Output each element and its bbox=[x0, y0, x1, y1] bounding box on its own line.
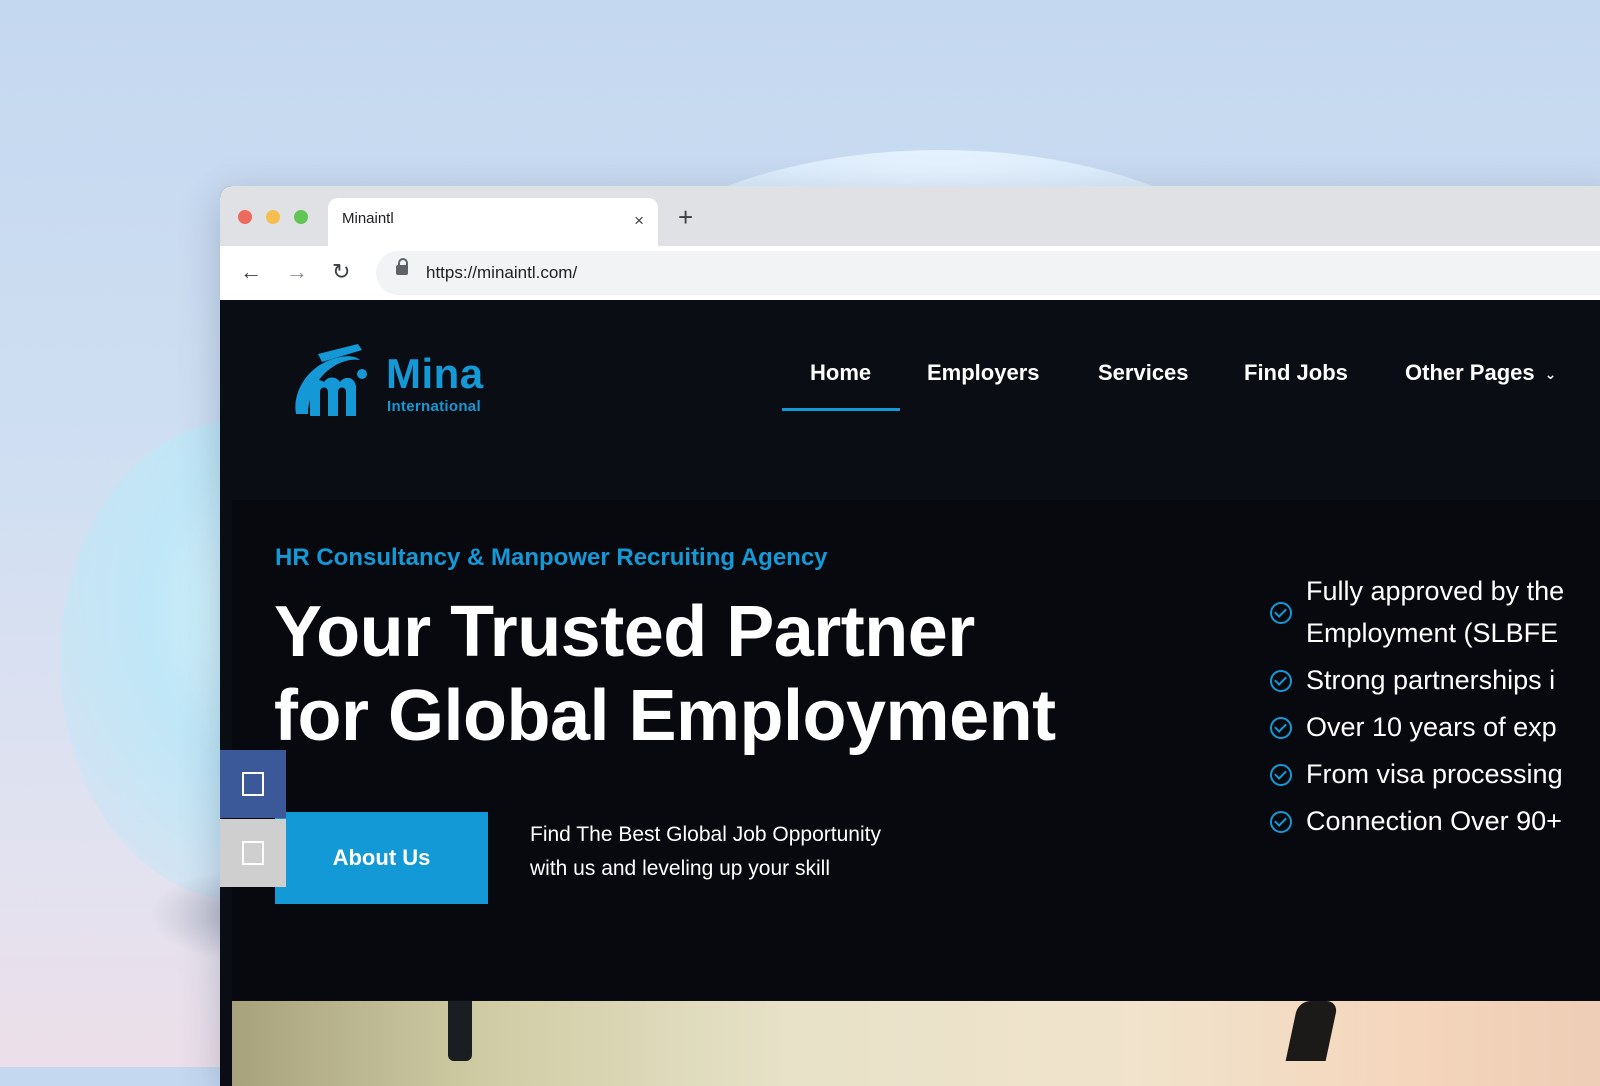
check-circle-icon bbox=[1270, 717, 1292, 739]
check-circle-icon bbox=[1270, 602, 1292, 624]
image-detail bbox=[448, 1001, 472, 1061]
check-circle-icon bbox=[1270, 764, 1292, 786]
feature-text: Fully approved by the Employment (SLBFE bbox=[1306, 570, 1564, 654]
hero-section: HR Consultancy & Manpower Recruiting Age… bbox=[232, 500, 1600, 1000]
minimize-window-button[interactable] bbox=[266, 210, 280, 224]
feature-text: Over 10 years of exp bbox=[1306, 712, 1557, 742]
nav-item-services[interactable]: Services bbox=[1098, 360, 1189, 386]
hero-description: Find The Best Global Job Opportunity wit… bbox=[530, 818, 881, 886]
check-circle-icon bbox=[1270, 811, 1292, 833]
logo-mark-icon bbox=[295, 344, 367, 416]
facebook-share-button[interactable] bbox=[220, 750, 286, 818]
facebook-icon bbox=[242, 772, 264, 796]
nav-item-other-pages-label: Other Pages bbox=[1405, 360, 1535, 385]
share-icon bbox=[242, 841, 264, 865]
browser-window: Minaintl × + ← → ↻ https://minaintl.com/… bbox=[220, 186, 1600, 1086]
logo-name: Mina bbox=[386, 350, 484, 397]
feature-text-line-2: Employment (SLBFE bbox=[1306, 618, 1559, 648]
hero-description-line-2: with us and leveling up your skill bbox=[530, 857, 830, 880]
hero-kicker: HR Consultancy & Manpower Recruiting Age… bbox=[275, 544, 828, 571]
feature-text: From visa processing bbox=[1306, 759, 1563, 789]
hero-headline: Your Trusted Partner for Global Employme… bbox=[274, 590, 1056, 758]
lock-icon bbox=[396, 258, 408, 275]
tab-bar: Minaintl × + bbox=[220, 186, 1600, 246]
back-icon[interactable]: ← bbox=[240, 260, 262, 284]
tab-close-icon[interactable]: × bbox=[634, 212, 644, 230]
url-text: https://minaintl.com/ bbox=[426, 263, 578, 282]
about-us-button[interactable]: About Us bbox=[275, 812, 488, 904]
tab-title: Minaintl bbox=[342, 210, 394, 227]
feature-text: Strong partnerships i bbox=[1306, 665, 1556, 695]
feature-text: Connection Over 90+ bbox=[1306, 806, 1562, 836]
image-detail bbox=[1285, 1001, 1339, 1061]
maximize-window-button[interactable] bbox=[294, 210, 308, 224]
nav-item-employers[interactable]: Employers bbox=[927, 360, 1040, 386]
reload-icon[interactable]: ↻ bbox=[332, 260, 350, 284]
nav-item-home[interactable]: Home bbox=[810, 360, 871, 386]
logo-subtitle: International bbox=[387, 398, 481, 415]
hero-banner-image bbox=[232, 1001, 1600, 1086]
forward-icon[interactable]: → bbox=[286, 260, 308, 284]
hero-headline-line-1: Your Trusted Partner bbox=[274, 592, 975, 672]
feature-text-line-1: Fully approved by the bbox=[1306, 576, 1565, 606]
address-bar[interactable]: https://minaintl.com/ bbox=[376, 251, 1600, 295]
share-button[interactable] bbox=[220, 819, 286, 887]
website: Mina International Home Employers Servic… bbox=[220, 300, 1600, 1086]
new-tab-icon[interactable]: + bbox=[678, 204, 693, 230]
active-nav-indicator bbox=[782, 408, 900, 411]
browser-tab[interactable]: Minaintl × bbox=[328, 198, 658, 246]
nav-item-find-jobs[interactable]: Find Jobs bbox=[1244, 360, 1348, 386]
browser-toolbar: ← → ↻ https://minaintl.com/ bbox=[220, 246, 1600, 300]
nav-item-other-pages[interactable]: Other Pages ⌄ bbox=[1405, 360, 1556, 386]
hero-description-line-1: Find The Best Global Job Opportunity bbox=[530, 823, 881, 846]
chevron-down-icon: ⌄ bbox=[1544, 365, 1557, 382]
site-header: Mina International Home Employers Servic… bbox=[220, 300, 1600, 500]
hero-headline-line-2: for Global Employment bbox=[274, 676, 1056, 756]
check-circle-icon bbox=[1270, 670, 1292, 692]
site-logo[interactable]: Mina International bbox=[288, 344, 498, 424]
close-window-button[interactable] bbox=[238, 210, 252, 224]
